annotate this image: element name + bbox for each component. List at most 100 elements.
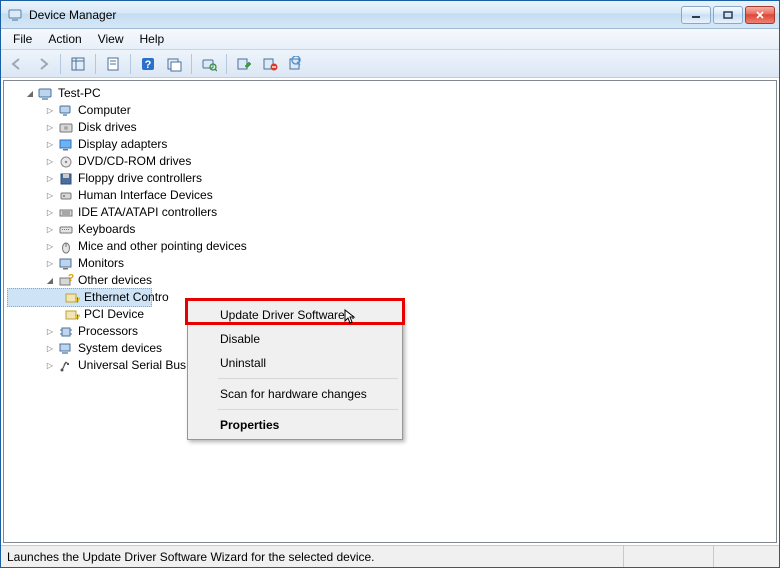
statusbar: Launches the Update Driver Software Wiza…	[1, 545, 779, 567]
properties-button[interactable]	[101, 53, 125, 75]
unknown-device-icon: !	[64, 290, 80, 306]
tree-label: Ethernet Contro	[84, 289, 169, 306]
svg-text:?: ?	[68, 273, 74, 284]
context-disable[interactable]: Disable	[190, 327, 400, 351]
context-separator	[218, 409, 398, 410]
tree-label: Monitors	[78, 255, 124, 272]
device-tree-area: ◢ Test-PC ▷ Computer ▷ Disk drives ▷ Dis…	[3, 80, 777, 543]
expand-icon[interactable]: ▷	[44, 224, 56, 236]
ide-icon	[58, 205, 74, 221]
tree-label: Keyboards	[78, 221, 135, 238]
disk-drive-icon	[58, 120, 74, 136]
dvd-icon	[58, 154, 74, 170]
toolbar-separator	[191, 54, 192, 74]
tree-label: Universal Serial Bus	[78, 357, 186, 374]
tree-label: Processors	[78, 323, 138, 340]
tree-node-disk-drives[interactable]: ▷ Disk drives	[8, 119, 772, 136]
expand-icon[interactable]: ▷	[44, 173, 56, 185]
menu-action[interactable]: Action	[40, 30, 89, 48]
tree-label: DVD/CD-ROM drives	[78, 153, 191, 170]
tree-label: IDE ATA/ATAPI controllers	[78, 204, 217, 221]
update-driver-button[interactable]	[232, 53, 256, 75]
tree-label: System devices	[78, 340, 162, 357]
tree-node-hid[interactable]: ▷ Human Interface Devices	[8, 187, 772, 204]
menu-help[interactable]: Help	[132, 30, 173, 48]
unknown-device-icon: !	[64, 307, 80, 323]
statusbar-text: Launches the Update Driver Software Wiza…	[7, 550, 623, 564]
toolbar-separator	[226, 54, 227, 74]
forward-button[interactable]	[31, 53, 55, 75]
display-adapter-icon	[58, 137, 74, 153]
maximize-button[interactable]	[713, 6, 743, 24]
tree-node-floppy[interactable]: ▷ Floppy drive controllers	[8, 170, 772, 187]
expand-icon[interactable]: ▷	[44, 360, 56, 372]
statusbar-cell	[713, 546, 773, 567]
device-manager-window: Device Manager File Action View Help	[0, 0, 780, 568]
tree-node-computer[interactable]: ▷ Computer	[8, 102, 772, 119]
show-hide-tree-button[interactable]	[66, 53, 90, 75]
tree-node-ethernet-controller[interactable]: ! Ethernet Contro	[7, 288, 152, 307]
uninstall-button[interactable]	[258, 53, 282, 75]
menu-file[interactable]: File	[5, 30, 40, 48]
toolbar: ?	[1, 50, 779, 78]
expand-icon[interactable]: ▷	[44, 105, 56, 117]
context-scan-hardware[interactable]: Scan for hardware changes	[190, 382, 400, 406]
system-device-icon	[58, 341, 74, 357]
tree-label: PCI Device	[84, 306, 144, 323]
tree-node-dvd-cdrom[interactable]: ▷ DVD/CD-ROM drives	[8, 153, 772, 170]
tree-node-keyboards[interactable]: ▷ Keyboards	[8, 221, 772, 238]
collapse-icon[interactable]: ◢	[24, 88, 36, 100]
context-update-driver[interactable]: Update Driver Software...	[190, 303, 400, 327]
tree-label: Display adapters	[78, 136, 167, 153]
disable-button[interactable]	[284, 53, 308, 75]
tree-label: Floppy drive controllers	[78, 170, 202, 187]
statusbar-cell	[623, 546, 713, 567]
tree-node-other-devices[interactable]: ◢ ? Other devices	[8, 272, 772, 289]
back-button[interactable]	[5, 53, 29, 75]
expand-icon[interactable]: ▷	[44, 122, 56, 134]
tree-label: Disk drives	[78, 119, 137, 136]
tree-node-monitors[interactable]: ▷ Monitors	[8, 255, 772, 272]
titlebar: Device Manager	[1, 1, 779, 29]
context-menu: Update Driver Software... Disable Uninst…	[187, 300, 403, 440]
expand-icon[interactable]: ▷	[44, 139, 56, 151]
action-button[interactable]	[162, 53, 186, 75]
tree-root[interactable]: ◢ Test-PC	[8, 85, 772, 102]
close-button[interactable]	[745, 6, 775, 24]
expand-icon[interactable]: ▷	[44, 241, 56, 253]
processor-icon	[58, 324, 74, 340]
minimize-button[interactable]	[681, 6, 711, 24]
tree-label: Human Interface Devices	[78, 187, 213, 204]
computer-icon	[38, 86, 54, 102]
tree-label: Test-PC	[58, 85, 101, 102]
window-controls	[681, 6, 775, 24]
expand-icon[interactable]: ▷	[44, 207, 56, 219]
menubar: File Action View Help	[1, 29, 779, 50]
toolbar-separator	[95, 54, 96, 74]
expand-icon[interactable]: ▷	[44, 258, 56, 270]
toolbar-separator	[130, 54, 131, 74]
expand-icon[interactable]: ▷	[44, 156, 56, 168]
window-title: Device Manager	[29, 8, 681, 22]
keyboard-icon	[58, 222, 74, 238]
app-icon	[7, 7, 23, 23]
scan-hardware-button[interactable]	[197, 53, 221, 75]
context-properties[interactable]: Properties	[190, 413, 400, 437]
other-devices-icon: ?	[58, 273, 74, 289]
context-uninstall[interactable]: Uninstall	[190, 351, 400, 375]
tree-node-mice[interactable]: ▷ Mice and other pointing devices	[8, 238, 772, 255]
hid-icon	[58, 188, 74, 204]
tree-label: Other devices	[78, 272, 152, 289]
floppy-icon	[58, 171, 74, 187]
expand-icon[interactable]: ▷	[44, 343, 56, 355]
usb-icon	[58, 358, 74, 374]
tree-node-display-adapters[interactable]: ▷ Display adapters	[8, 136, 772, 153]
expand-icon[interactable]: ▷	[44, 326, 56, 338]
tree-label: Mice and other pointing devices	[78, 238, 247, 255]
expand-icon[interactable]: ▷	[44, 190, 56, 202]
help-button[interactable]: ?	[136, 53, 160, 75]
menu-view[interactable]: View	[90, 30, 132, 48]
collapse-icon[interactable]: ◢	[44, 275, 56, 287]
tree-node-ide[interactable]: ▷ IDE ATA/ATAPI controllers	[8, 204, 772, 221]
mouse-icon	[58, 239, 74, 255]
